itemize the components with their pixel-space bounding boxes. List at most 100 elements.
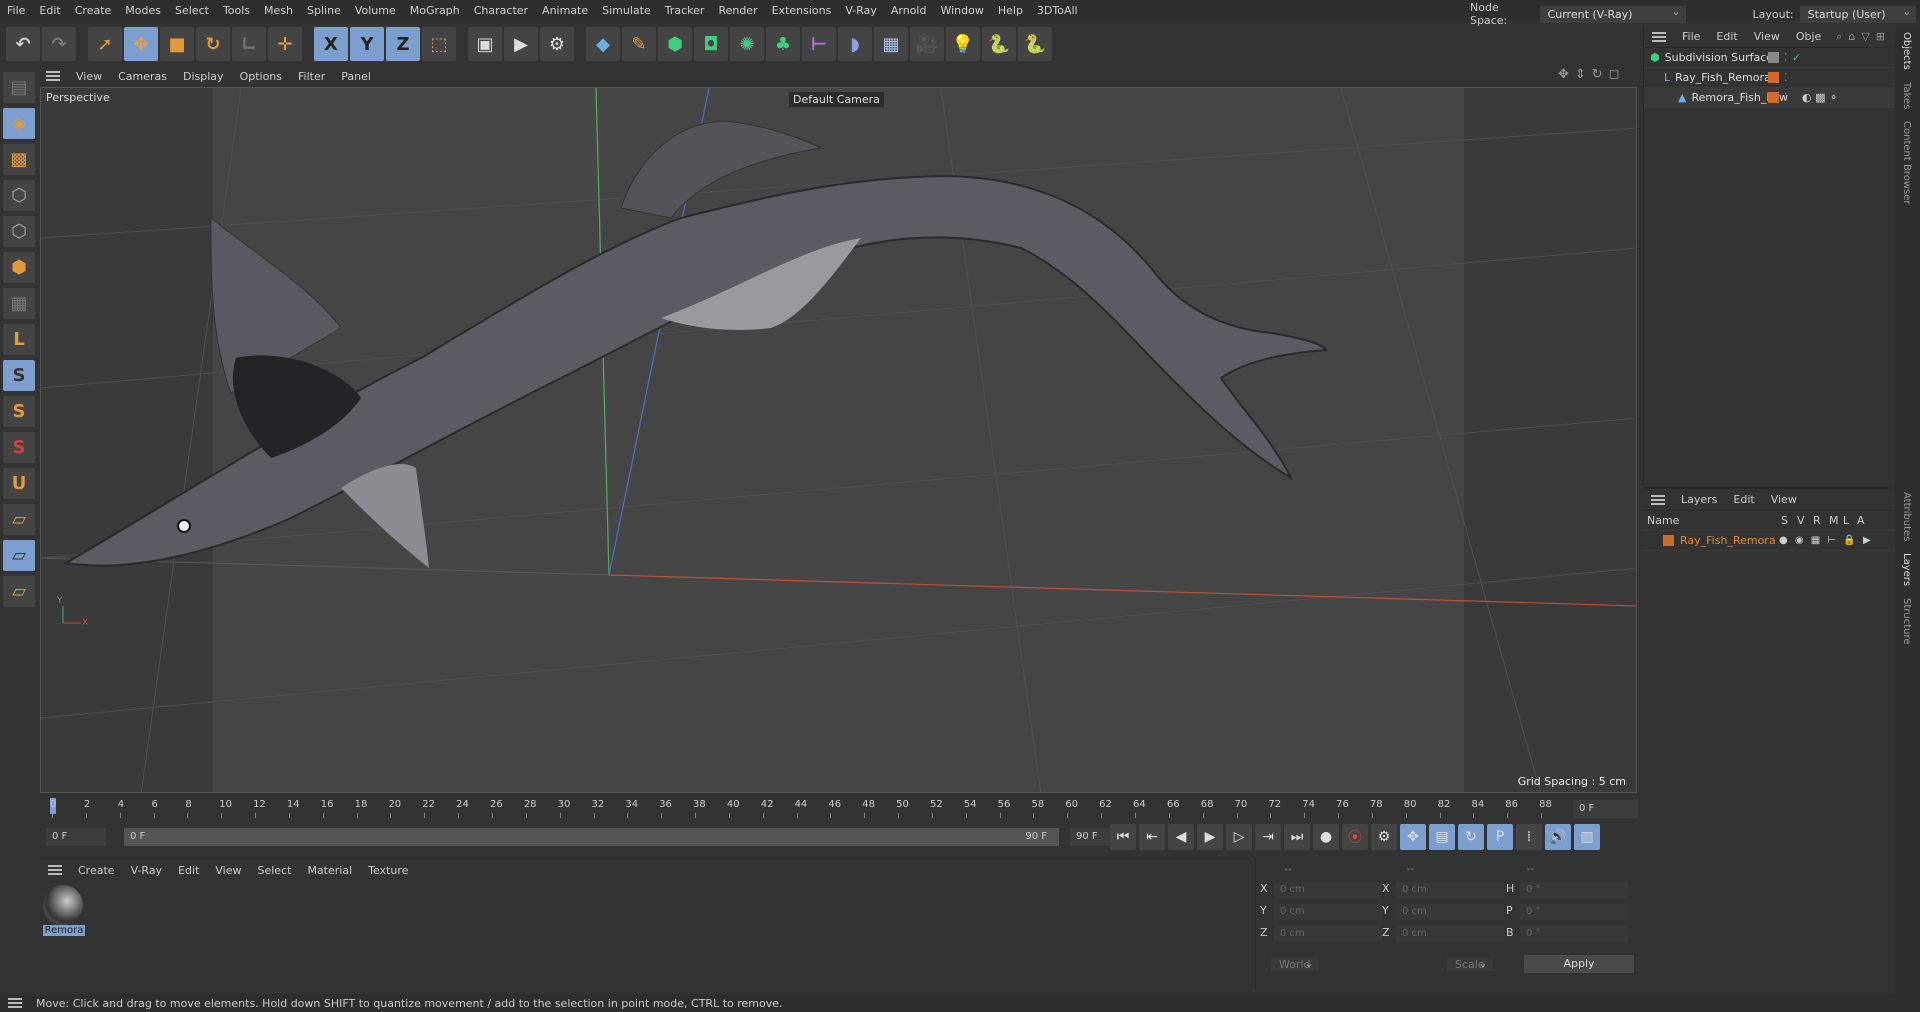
enabled-check-icon[interactable]: ✓ [1792,51,1801,64]
go-start-button[interactable]: ⏮ [1110,824,1136,850]
menu-simulate[interactable]: Simulate [595,4,658,17]
snap-button[interactable]: S [3,360,35,391]
key-param-button[interactable]: P [1487,824,1513,850]
menu-3dtoall[interactable]: 3DToAll [1030,4,1085,17]
menu-select[interactable]: Select [168,4,216,17]
autokey-button[interactable]: ⦿ [1342,824,1368,850]
next-key-button[interactable]: ⇥ [1255,824,1281,850]
cube-button[interactable]: ◆ [586,27,620,61]
python-button[interactable]: 🐍 [982,27,1016,61]
coord-rot-h-field[interactable]: 0 ° [1520,882,1628,898]
visibility-dots[interactable]: ⁚ [1784,51,1788,64]
coord-pos-x-field[interactable]: 0 cm [1274,882,1382,898]
menu-create[interactable]: Create [68,4,119,17]
start-frame-field[interactable]: 0 F [46,828,106,846]
mograph-button[interactable]: ♣ [766,27,800,61]
tab-structure[interactable]: Structure [1901,592,1912,651]
objects-menu-view[interactable]: View [1746,30,1788,43]
coord-size-x-field[interactable]: 0 cm [1396,882,1504,898]
material-menu-select[interactable]: Select [250,864,300,877]
keyframe-settings-button[interactable]: ⚙ [1371,824,1397,850]
material-tags[interactable]: ◐ ▩ ⚬ [1802,91,1838,104]
edges-mode-button[interactable]: ⬡ [3,216,35,247]
node-space-select[interactable]: Current (V-Ray) [1539,3,1686,23]
current-frame-field[interactable]: 0 F [1573,800,1638,818]
viewport[interactable]: Y X Perspective Default Camera Grid Spac… [40,87,1637,793]
objects-menu-file[interactable]: File [1674,30,1708,43]
layers-menu-view[interactable]: View [1763,493,1805,506]
camera-button[interactable]: 🎥 [910,27,944,61]
menu-volume[interactable]: Volume [348,4,403,17]
viewport-menu-icon[interactable] [46,71,60,81]
move-button[interactable]: ✥ [124,27,158,61]
play-button[interactable]: ▶ [1197,824,1223,850]
timeline-button[interactable]: ▥ [1574,824,1600,850]
viewport-menu-cameras[interactable]: Cameras [110,70,175,83]
x-axis-button[interactable]: X [314,27,348,61]
light-button[interactable]: 💡 [946,27,980,61]
coord-pos-y-field[interactable]: 0 cm [1274,904,1382,920]
key-pla-button[interactable]: ⁞ [1516,824,1542,850]
locked-workplane-button[interactable]: ▱ [3,540,35,571]
menu-modes[interactable]: Modes [118,4,168,17]
key-rotate-button[interactable]: ↻ [1458,824,1484,850]
prev-frame-button[interactable]: ◀ [1168,824,1194,850]
coord-rot-b-field[interactable]: 0 ° [1520,926,1628,942]
material-menu-view[interactable]: View [207,864,249,877]
menu-v-ray[interactable]: V-Ray [838,4,884,17]
menu-tracker[interactable]: Tracker [658,4,712,17]
python-2-button[interactable]: 🐍 [1018,27,1052,61]
next-frame-button[interactable]: ▷ [1226,824,1252,850]
magnet-button[interactable]: U [3,468,35,499]
menu-character[interactable]: Character [467,4,535,17]
polygons-mode-button[interactable]: ⬢ [3,252,35,283]
object-row[interactable]: L Ray_Fish_Remora ⁚ [1644,68,1895,88]
viewport-menu-options[interactable]: Options [232,70,290,83]
menu-tools[interactable]: Tools [216,4,257,17]
texture-mode-button[interactable]: ▩ [3,144,35,175]
scale-button[interactable]: ■ [160,27,194,61]
deformer-button[interactable]: ⊢ [802,27,836,61]
menu-file[interactable]: File [0,4,32,17]
apply-button[interactable]: Apply [1524,955,1634,973]
recent-tools-button[interactable]: ∟ [232,27,266,61]
status-menu-icon[interactable] [8,998,22,1008]
objects-menu-obje[interactable]: Obje [1788,30,1829,43]
menu-spline[interactable]: Spline [300,4,348,17]
points-mode-button[interactable]: ⬡ [3,180,35,211]
layer-row[interactable]: Ray_Fish_Remora ● ◉ ▦ ⊢ 🔒 ▶ [1643,531,1895,551]
generator-button[interactable]: ◘ [694,27,728,61]
coordinate-mode-select[interactable]: World [1271,958,1319,971]
visibility-dots[interactable]: ⁚ [1784,91,1788,104]
tab-content-browser[interactable]: Content Browser [1901,115,1912,210]
visibility-dots[interactable]: ⁚ [1784,71,1788,84]
material-menu-texture[interactable]: Texture [360,864,416,877]
frame-range-slider[interactable]: 0 F 90 F [124,828,1059,846]
rotate-button[interactable]: ↻ [196,27,230,61]
viewport-menu-display[interactable]: Display [175,70,232,83]
workplane-align-button[interactable]: ▱ [3,576,35,607]
objects-tool-icons[interactable]: ⌕⌂▽⊞ [1836,30,1895,44]
cloner-button[interactable]: ✺ [730,27,764,61]
layer-color-swatch[interactable] [1768,72,1779,83]
axis-button[interactable]: L [3,324,35,355]
workplane-button[interactable]: ▱ [3,504,35,535]
transform-button[interactable]: ✛ [268,27,302,61]
timeline-ruler[interactable]: 0 2 4 6 8 10 12 14 16 18 20 22 24 26 28 30 32 34 36 38 40 42 4… [40,796,1586,820]
camera-label[interactable]: Default Camera [789,92,884,107]
menu-arnold[interactable]: Arnold [884,4,934,17]
make-editable-button[interactable]: ▤ [3,72,35,103]
material-menu-edit[interactable]: Edit [170,864,207,877]
redo-button[interactable]: ↷ [42,27,76,61]
tab-objects[interactable]: Objects [1901,26,1912,76]
prev-key-button[interactable]: ⇤ [1139,824,1165,850]
coord-rot-p-field[interactable]: 0 ° [1520,904,1628,920]
pen-button[interactable]: ✎ [622,27,656,61]
coord-size-y-field[interactable]: 0 cm [1396,904,1504,920]
layers-menu-edit[interactable]: Edit [1725,493,1762,506]
object-row[interactable]: ▲ Remora_Fish_Low ⁚ ◐ ▩ ⚬ [1644,88,1895,108]
tab-layers[interactable]: Layers [1901,547,1912,592]
render-view-button[interactable]: ▣ [468,27,502,61]
tab-attributes[interactable]: Attributes [1901,486,1912,547]
objects-menu-icon[interactable] [1652,31,1666,42]
